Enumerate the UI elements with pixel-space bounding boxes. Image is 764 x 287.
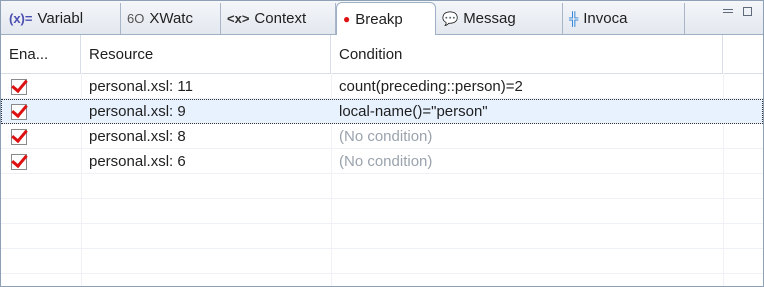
condition-cell: (No condition) bbox=[339, 128, 433, 145]
resource-cell: personal.xsl: 9 bbox=[89, 103, 186, 120]
breakpoints-view: (x)= Variabl 6O XWatc <x> Context ● Brea… bbox=[0, 0, 764, 287]
empty-row bbox=[1, 249, 763, 274]
enabled-cell bbox=[1, 74, 81, 99]
condition-cell: count(preceding::person)=2 bbox=[339, 78, 523, 95]
table-row[interactable]: personal.xsl: 11 count(preceding::person… bbox=[1, 74, 763, 99]
table-header: Ena... Resource Condition bbox=[1, 35, 763, 74]
tab-messages[interactable]: 💬 Messag bbox=[436, 3, 563, 34]
tab-label: Invoca bbox=[583, 10, 628, 27]
enabled-checkbox[interactable] bbox=[11, 78, 27, 95]
enabled-checkbox[interactable] bbox=[11, 153, 27, 170]
view-tab-bar: (x)= Variabl 6O XWatc <x> Context ● Brea… bbox=[1, 1, 763, 35]
enabled-cell bbox=[1, 149, 81, 174]
empty-row bbox=[1, 174, 763, 199]
tab-label: XWatc bbox=[149, 10, 193, 27]
column-header-condition[interactable]: Condition bbox=[331, 35, 723, 73]
tab-breakpoints[interactable]: ● Breakp bbox=[336, 2, 436, 35]
empty-row bbox=[1, 224, 763, 249]
variables-icon: (x)= bbox=[9, 11, 33, 26]
empty-row bbox=[1, 199, 763, 224]
column-header-enabled[interactable]: Ena... bbox=[1, 35, 81, 73]
resource-cell: personal.xsl: 8 bbox=[89, 128, 186, 145]
tab-label: Variabl bbox=[37, 10, 84, 27]
table-row[interactable]: personal.xsl: 6 (No condition) bbox=[1, 149, 763, 174]
glasses-icon: 6O bbox=[127, 11, 145, 26]
speech-bubble-icon: 💬 bbox=[442, 10, 459, 26]
tree-invocations-icon: ╬ bbox=[569, 11, 579, 26]
breakpoints-icon: ● bbox=[343, 12, 351, 26]
tab-label: Breakp bbox=[355, 10, 403, 28]
minimize-icon[interactable] bbox=[723, 7, 735, 17]
tab-label: Messag bbox=[463, 10, 516, 27]
angle-brackets-icon: <x> bbox=[227, 11, 250, 26]
table-row[interactable]: personal.xsl: 9 local-name()="person" bbox=[1, 99, 763, 124]
condition-cell: (No condition) bbox=[339, 153, 433, 170]
resource-cell: personal.xsl: 6 bbox=[89, 153, 186, 170]
enabled-checkbox[interactable] bbox=[11, 128, 27, 145]
tab-invocations[interactable]: ╬ Invoca bbox=[563, 3, 685, 34]
tab-variables[interactable]: (x)= Variabl bbox=[3, 3, 121, 34]
enabled-checkbox[interactable] bbox=[11, 103, 27, 120]
resource-cell: personal.xsl: 11 bbox=[89, 78, 193, 95]
table-row[interactable]: personal.xsl: 8 (No condition) bbox=[1, 124, 763, 149]
enabled-cell bbox=[1, 99, 81, 124]
column-header-resource[interactable]: Resource bbox=[81, 35, 331, 73]
enabled-cell bbox=[1, 124, 81, 149]
maximize-icon[interactable] bbox=[743, 7, 752, 16]
condition-cell: local-name()="person" bbox=[339, 103, 488, 120]
breakpoints-table: Ena... Resource Condition personal.xsl: … bbox=[1, 35, 763, 286]
tab-context[interactable]: <x> Context bbox=[221, 3, 336, 34]
tab-xwatch[interactable]: 6O XWatc bbox=[121, 3, 221, 34]
tab-label: Context bbox=[254, 10, 307, 27]
